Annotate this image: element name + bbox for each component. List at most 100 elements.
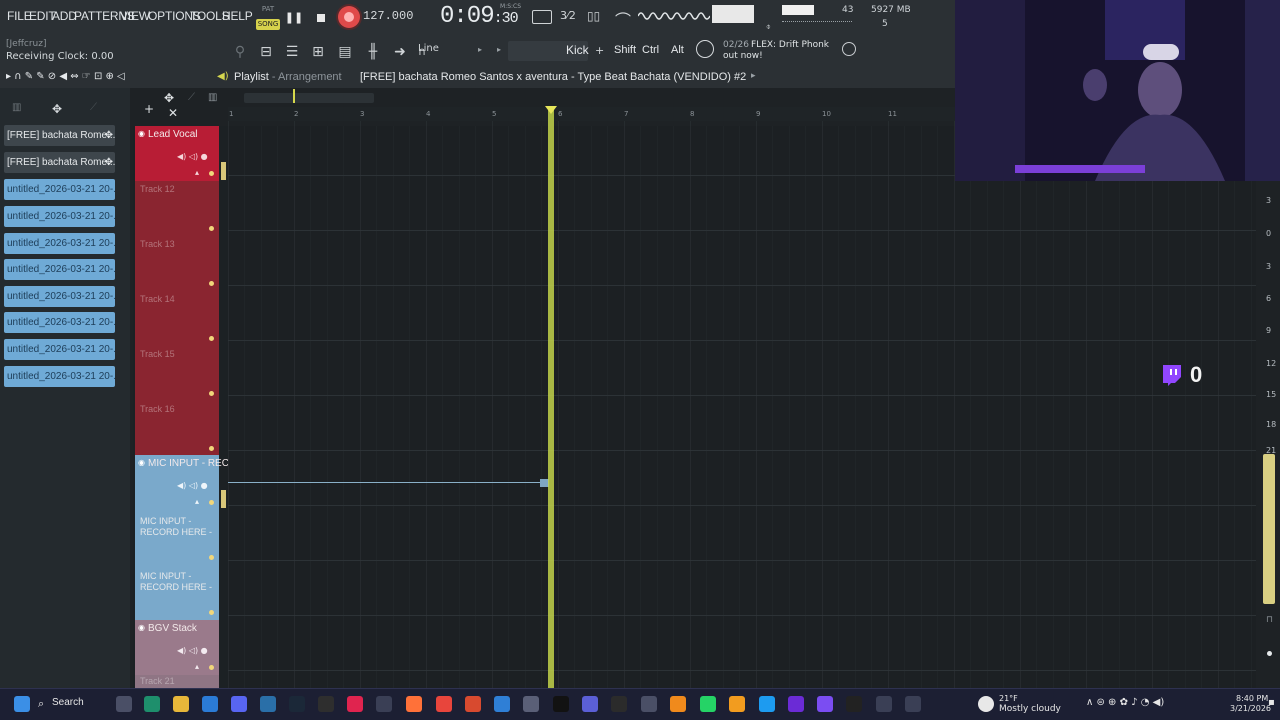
alt-key[interactable]: Alt bbox=[671, 44, 684, 56]
scroll-dot-icon[interactable] bbox=[1267, 651, 1272, 656]
track-21[interactable]: Track 21 bbox=[135, 675, 219, 688]
arrow-right-icon[interactable]: ➜ bbox=[390, 42, 410, 62]
fl-logo-icon[interactable] bbox=[842, 42, 856, 56]
obs-icon[interactable] bbox=[376, 696, 392, 712]
speaker-icon[interactable]: ◀) bbox=[217, 71, 229, 82]
ableton-icon[interactable] bbox=[670, 696, 686, 712]
store-icon[interactable] bbox=[202, 696, 218, 712]
clock-date[interactable]: 3/21/2026 bbox=[1230, 704, 1271, 713]
app-dark-icon[interactable] bbox=[846, 696, 862, 712]
shift-key[interactable]: Shift bbox=[614, 44, 636, 56]
whatsapp-icon[interactable] bbox=[700, 696, 716, 712]
tiktok-icon[interactable] bbox=[347, 696, 363, 712]
piano-icon[interactable] bbox=[788, 696, 804, 712]
settings-icon[interactable] bbox=[876, 696, 892, 712]
menu-file[interactable]: FILE bbox=[7, 9, 32, 23]
browser-item[interactable]: untitled_2026-03-21 20-... bbox=[4, 339, 115, 360]
windows-start-icon[interactable] bbox=[14, 696, 30, 712]
move-icon[interactable]: ✥ bbox=[105, 152, 113, 173]
move-tool-icon[interactable]: ✥ bbox=[164, 91, 174, 105]
track-mic-input[interactable]: ◉ MIC INPUT - REC... ◀) ◁) ● ▴ bbox=[135, 455, 237, 510]
record-arm-icon[interactable]: ◉ bbox=[138, 458, 145, 467]
fl-studio-icon[interactable] bbox=[729, 696, 745, 712]
close-icon[interactable]: ✕ bbox=[168, 106, 178, 120]
title-arrow-icon[interactable]: ▸ bbox=[751, 71, 756, 81]
news-speech-icon[interactable] bbox=[696, 40, 714, 58]
media-icon[interactable] bbox=[905, 696, 921, 712]
firefox-icon[interactable] bbox=[406, 696, 422, 712]
pat-song-toggle[interactable]: PAT SONG bbox=[256, 5, 280, 31]
playlist-view-icon[interactable]: ⊟ bbox=[256, 42, 276, 62]
epic-icon[interactable] bbox=[318, 696, 334, 712]
browser-item[interactable]: untitled_2026-03-21 20-... bbox=[4, 366, 115, 387]
mute-solo-icons[interactable]: ◀) ◁) ● bbox=[177, 152, 208, 161]
browser-item[interactable]: untitled_2026-03-21 20-... bbox=[4, 259, 115, 280]
record-arm-icon[interactable]: ◉ bbox=[138, 129, 145, 138]
steam-icon[interactable] bbox=[289, 696, 305, 712]
playlist-grid[interactable] bbox=[228, 121, 1256, 688]
app-gray-icon[interactable] bbox=[641, 696, 657, 712]
weather-desc[interactable]: Mostly cloudy bbox=[999, 704, 1061, 714]
plugin-picker-icon[interactable]: ╫ bbox=[363, 42, 383, 62]
grid-view-icon[interactable]: ▥ bbox=[208, 92, 217, 103]
app-purple-icon[interactable] bbox=[817, 696, 833, 712]
mixer-icon[interactable]: ▤ bbox=[335, 42, 355, 62]
taskbar-search[interactable]: Search bbox=[52, 697, 84, 708]
notification-icon[interactable]: ▪ bbox=[1268, 697, 1275, 708]
task-view-icon[interactable] bbox=[116, 696, 132, 712]
tempo-display[interactable]: 127.000 bbox=[363, 9, 413, 27]
file-explorer-icon[interactable] bbox=[173, 696, 189, 712]
playhead[interactable] bbox=[548, 107, 554, 690]
record-button[interactable] bbox=[338, 6, 360, 28]
notion-icon[interactable] bbox=[611, 696, 627, 712]
keyboard-icon[interactable] bbox=[532, 10, 552, 24]
stop-button[interactable] bbox=[311, 8, 331, 28]
snap-selector[interactable]: Line bbox=[418, 43, 439, 54]
collapse-icon[interactable]: ▴ bbox=[195, 168, 199, 177]
browser-item[interactable]: untitled_2026-03-21 20-... bbox=[4, 312, 115, 333]
channel-arrow-icon[interactable]: ▸ bbox=[497, 45, 501, 54]
playhead-marker[interactable] bbox=[545, 106, 557, 114]
timeline-ruler[interactable] bbox=[228, 107, 955, 121]
channel-rack-icon[interactable]: ⊞ bbox=[308, 42, 328, 62]
clock-time[interactable]: 8:40 PM bbox=[1236, 694, 1268, 703]
step-edit-icon[interactable]: ▯▯ bbox=[587, 9, 600, 23]
collapse-icon[interactable]: ▴ bbox=[195, 662, 199, 671]
news-headline-2[interactable]: out now! bbox=[723, 51, 763, 61]
search-icon[interactable]: ⌕ bbox=[38, 697, 44, 711]
browser-item[interactable]: untitled_2026-03-21 20-... bbox=[4, 233, 115, 254]
weather-icon[interactable] bbox=[978, 696, 994, 712]
pin-icon[interactable]: ⚲ bbox=[230, 42, 250, 62]
track-13[interactable]: Track 13 bbox=[135, 236, 219, 291]
capture-icon[interactable] bbox=[523, 696, 539, 712]
track-lead-vocal[interactable]: ◉ Lead Vocal ◀) ◁) ● ▴ bbox=[135, 126, 219, 181]
ctrl-key[interactable]: Ctrl bbox=[642, 44, 659, 56]
overview-scrollbar[interactable] bbox=[244, 93, 374, 103]
menu-help[interactable]: HELP bbox=[222, 9, 253, 23]
mute-solo-icons[interactable]: ◀) ◁) ● bbox=[177, 646, 208, 655]
browser-item[interactable]: [FREE] bachata Rome... ✥ bbox=[4, 152, 115, 173]
tray-icons[interactable]: ∧ ⊜ ⊕ ✿ ♪ ◔ ◀) bbox=[1086, 697, 1164, 708]
photos-icon[interactable] bbox=[260, 696, 276, 712]
snap-arrow-icon[interactable]: ▸ bbox=[478, 45, 482, 54]
browser-item[interactable]: untitled_2026-03-21 20-... bbox=[4, 286, 115, 307]
track-14[interactable]: Track 14 bbox=[135, 291, 219, 346]
edge-icon[interactable] bbox=[759, 696, 775, 712]
typing-keyboard-icon[interactable]: 3⁄2 bbox=[560, 9, 576, 22]
docs-icon[interactable] bbox=[494, 696, 510, 712]
track-16[interactable]: Track 16 bbox=[135, 401, 219, 456]
add-track-icon[interactable]: + bbox=[144, 102, 154, 116]
record-arm-icon[interactable]: ◉ bbox=[138, 623, 145, 632]
vertical-scrollbar[interactable] bbox=[1263, 454, 1275, 604]
automation-line[interactable] bbox=[228, 482, 546, 483]
browser-item[interactable]: untitled_2026-03-21 20-... bbox=[4, 206, 115, 227]
chrome-icon[interactable] bbox=[436, 696, 452, 712]
link-icon[interactable]: ⟋ bbox=[188, 92, 195, 103]
browser-move-icon[interactable]: ✥ bbox=[52, 102, 62, 116]
mute-solo-icons[interactable]: ◀) ◁) ● bbox=[177, 481, 208, 490]
menu-view[interactable]: VIEW bbox=[120, 9, 150, 23]
discord-icon[interactable] bbox=[231, 696, 247, 712]
pause-button[interactable]: ❚❚ bbox=[284, 8, 304, 28]
browser-item[interactable]: [FREE] bachata Rome... ✥ bbox=[4, 125, 115, 146]
add-channel-button[interactable]: + bbox=[595, 44, 604, 57]
